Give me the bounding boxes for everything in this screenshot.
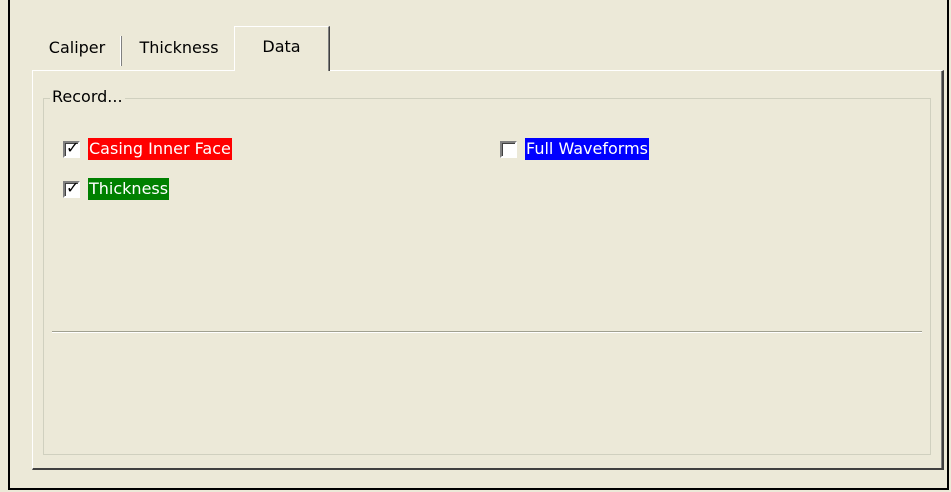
tab-caliper-label: Caliper: [48, 38, 106, 57]
record-groupbox: Record... ✓ Casing Inner Face ✓ Thicknes…: [43, 87, 931, 455]
horizontal-divider: [52, 331, 922, 333]
full-waveforms-label[interactable]: Full Waveforms: [525, 138, 649, 160]
tab-separator: [120, 36, 122, 66]
casing-inner-face-checkbox[interactable]: ✓: [63, 137, 80, 158]
record-group-title: Record...: [50, 87, 125, 106]
thickness-checkbox[interactable]: ✓: [63, 177, 80, 198]
tab-caliper[interactable]: Caliper: [34, 28, 120, 68]
tab-thickness-label: Thickness: [139, 38, 219, 57]
thickness-option[interactable]: ✓ Thickness: [63, 177, 170, 201]
checkmark-icon: ✓: [66, 177, 80, 197]
tab-data-label: Data: [262, 37, 301, 56]
thickness-label[interactable]: Thickness: [88, 178, 170, 200]
full-waveforms-option[interactable]: Full Waveforms: [500, 137, 649, 161]
casing-inner-face-option[interactable]: ✓ Casing Inner Face: [63, 137, 232, 161]
dialog-window: Caliper Thickness Data Record... ✓ Casin…: [8, 0, 949, 490]
tab-panel-data: Record... ✓ Casing Inner Face ✓ Thicknes…: [32, 70, 944, 470]
checkmark-icon: ✓: [66, 137, 80, 157]
tab-data[interactable]: Data: [234, 26, 330, 71]
casing-inner-face-label[interactable]: Casing Inner Face: [88, 138, 232, 160]
tab-thickness[interactable]: Thickness: [124, 28, 234, 68]
full-waveforms-checkbox[interactable]: [500, 140, 517, 158]
